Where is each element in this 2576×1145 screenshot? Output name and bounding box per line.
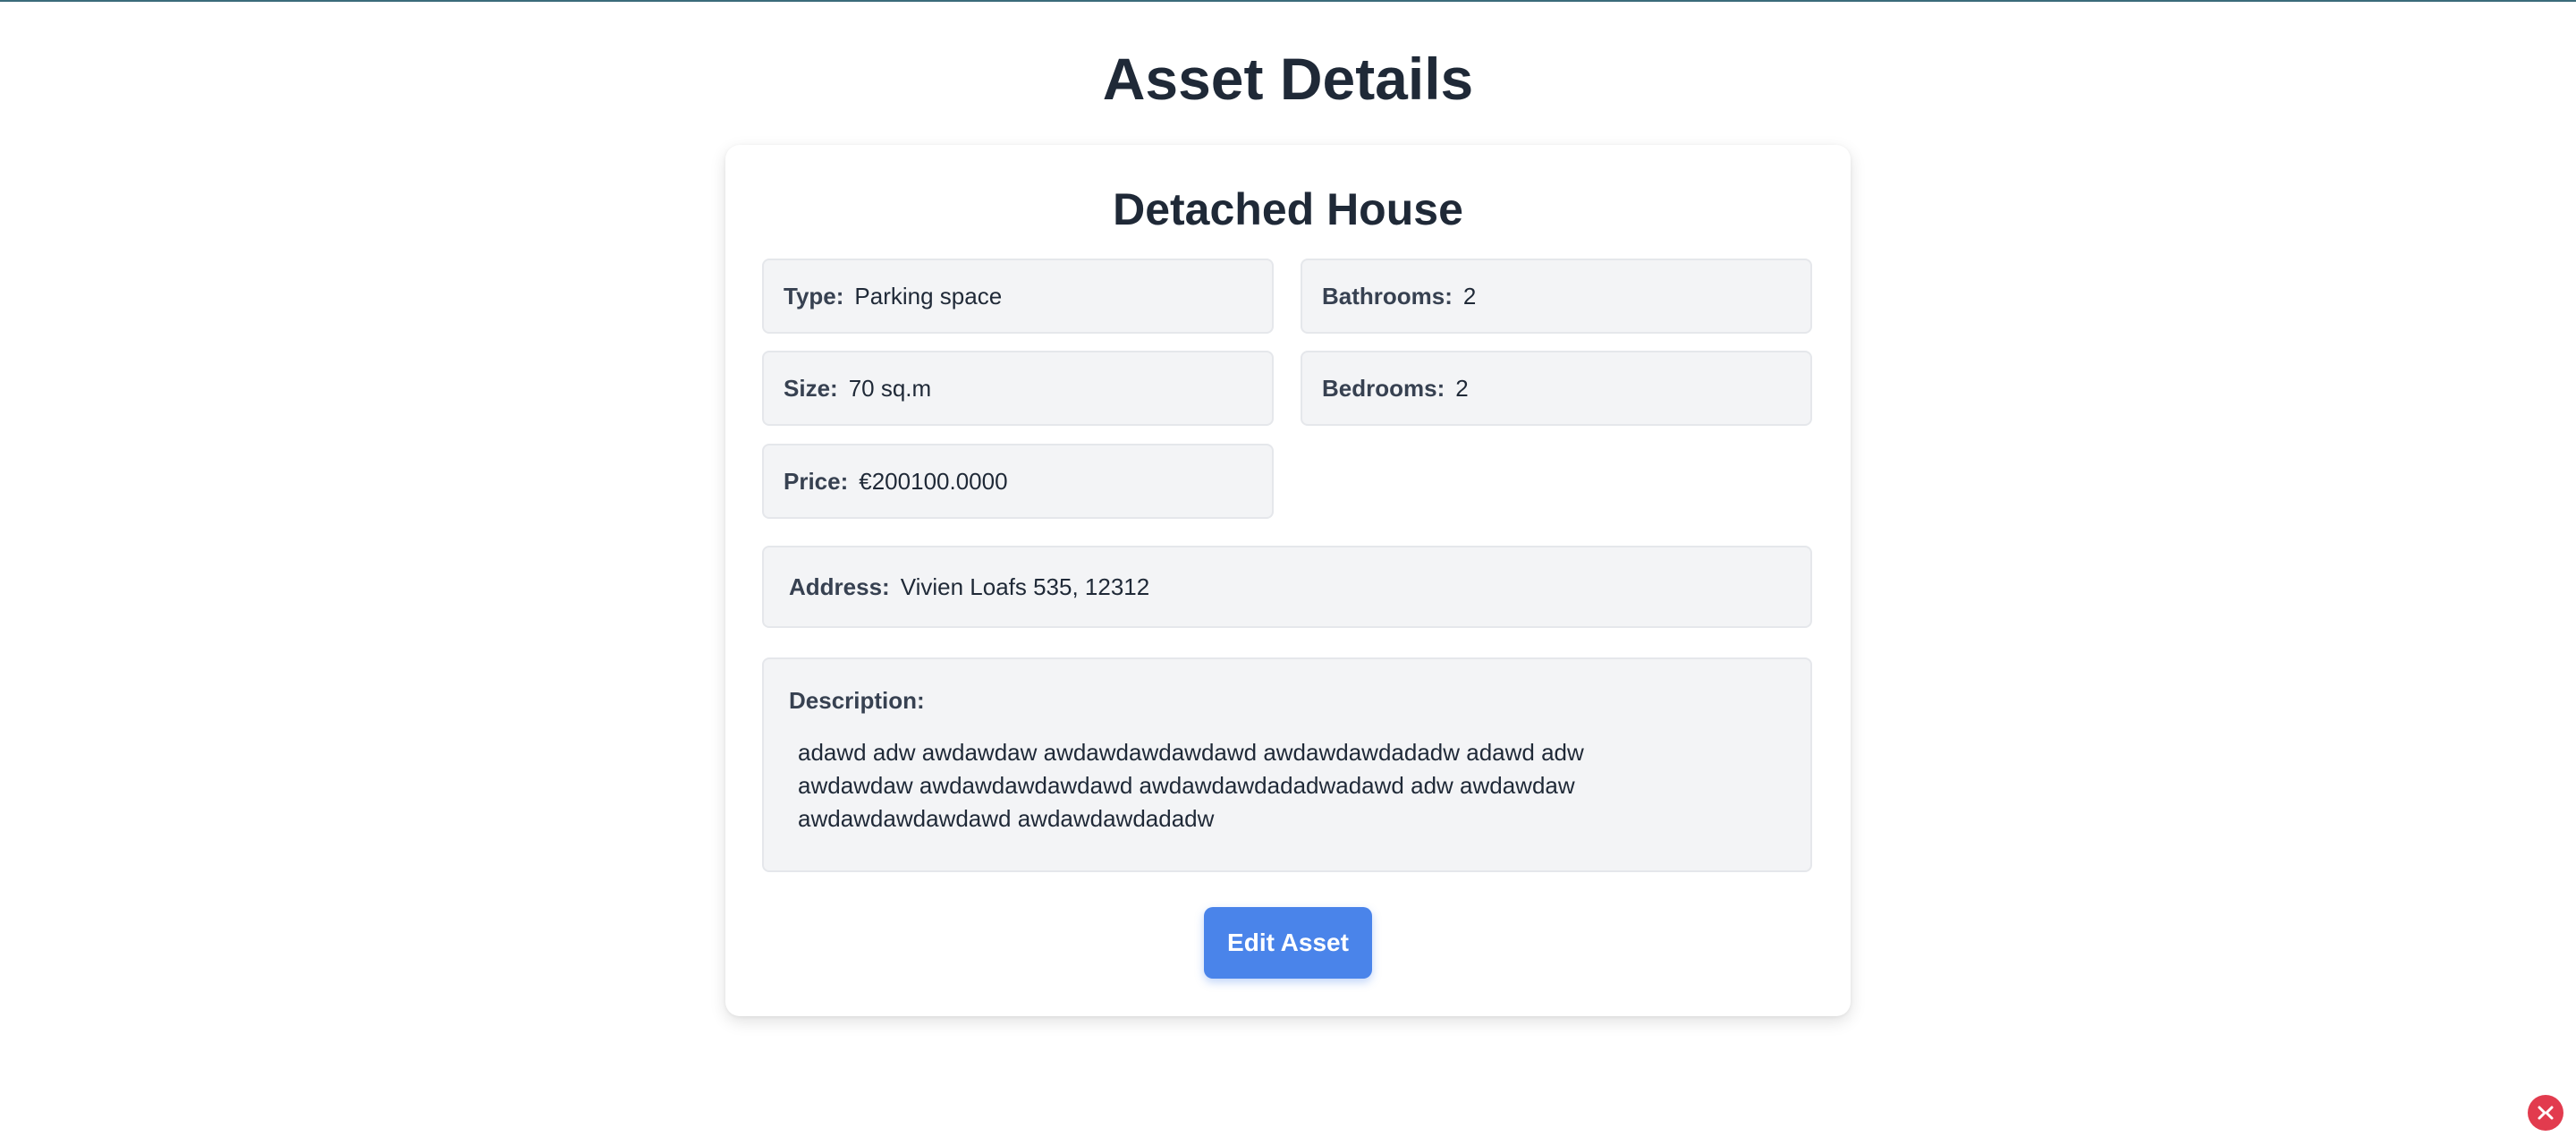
description-text: adawd adw awdawdaw awdawdawdawdawd awdaw… bbox=[798, 739, 1584, 832]
address-field: Address: Vivien Loafs 535, 12312 bbox=[762, 546, 1812, 628]
bathrooms-field: Bathrooms: 2 bbox=[1301, 259, 1812, 334]
asset-card: Detached House Type: Parking space Bathr… bbox=[725, 145, 1851, 1016]
type-label: Type: bbox=[784, 282, 844, 310]
x-badge-icon[interactable] bbox=[2528, 1095, 2563, 1131]
bedrooms-field: Bedrooms: 2 bbox=[1301, 351, 1812, 426]
page-title: Asset Details bbox=[1102, 46, 1474, 112]
bedrooms-label: Bedrooms: bbox=[1322, 374, 1445, 402]
description-field: Description: adawd adw awdawdaw awdawdaw… bbox=[762, 657, 1812, 872]
bedrooms-value: 2 bbox=[1455, 374, 1469, 402]
address-label: Address: bbox=[789, 572, 890, 600]
price-field: Price: €200100.0000 bbox=[762, 444, 1274, 519]
asset-name: Detached House bbox=[1113, 184, 1463, 234]
bathrooms-label: Bathrooms: bbox=[1322, 282, 1453, 310]
size-label: Size: bbox=[784, 374, 838, 402]
address-value: Vivien Loafs 535, 12312 bbox=[900, 572, 1150, 600]
price-value: €200100.0000 bbox=[859, 467, 1008, 495]
type-field: Type: Parking space bbox=[762, 259, 1274, 334]
close-icon bbox=[2538, 1106, 2554, 1120]
description-label: Description: bbox=[789, 687, 925, 714]
type-value: Parking space bbox=[854, 282, 1003, 310]
price-label: Price: bbox=[784, 467, 849, 495]
size-field: Size: 70 sq.m bbox=[762, 351, 1274, 426]
bathrooms-value: 2 bbox=[1462, 282, 1477, 310]
top-border bbox=[0, 0, 2576, 2]
edit-asset-button[interactable]: Edit Asset bbox=[1204, 907, 1372, 979]
size-value: 70 sq.m bbox=[848, 374, 932, 402]
